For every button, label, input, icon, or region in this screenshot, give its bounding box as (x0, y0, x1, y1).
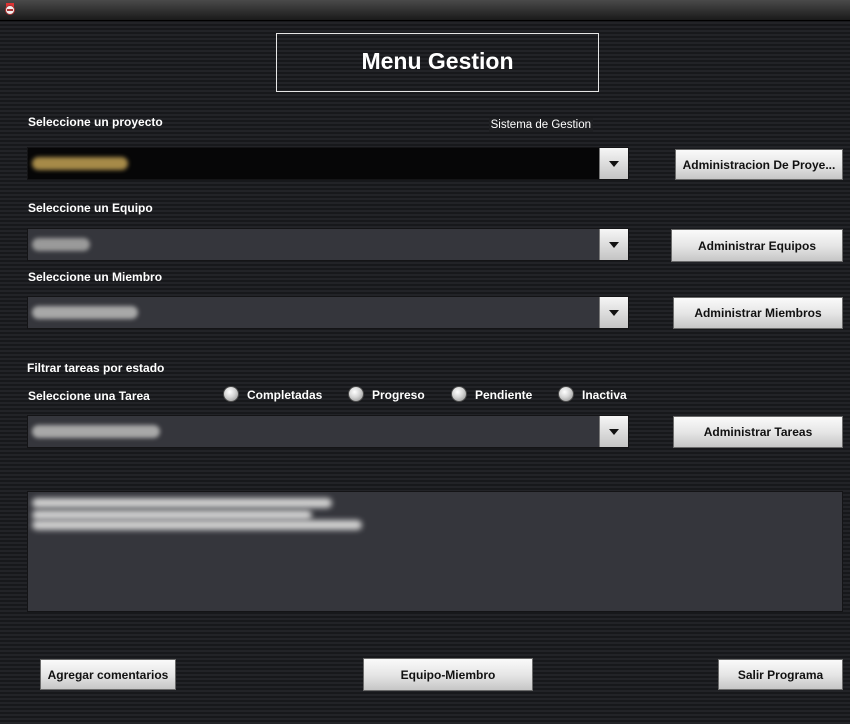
admin-projects-button[interactable]: Administracion De Proye... (675, 149, 843, 180)
filter-label: Filtrar tareas por estado (27, 361, 165, 375)
team-member-button[interactable]: Equipo-Miembro (363, 658, 533, 691)
task-selected-value (32, 425, 160, 438)
radio-circle-icon[interactable] (558, 386, 574, 402)
chevron-down-icon[interactable] (599, 416, 628, 447)
comments-textarea[interactable] (27, 491, 843, 612)
radio-circle-icon[interactable] (348, 386, 364, 402)
comment-text-line (32, 520, 362, 530)
task-combobox[interactable] (27, 415, 629, 448)
chevron-down-icon[interactable] (599, 297, 628, 328)
member-selected-value (32, 306, 138, 319)
project-selected-value (32, 157, 128, 170)
radio-circle-icon[interactable] (223, 386, 239, 402)
radio-label: Progreso (372, 388, 425, 402)
member-combobox[interactable] (27, 296, 629, 329)
chevron-down-icon[interactable] (599, 229, 628, 260)
team-selected-value (32, 238, 90, 251)
page-subtitle: Sistema de Gestion (488, 118, 593, 132)
task-label: Seleccione una Tarea (28, 389, 150, 403)
radio-circle-icon[interactable] (451, 386, 467, 402)
member-label: Seleccione un Miembro (28, 270, 163, 284)
radio-label: Inactiva (582, 388, 627, 402)
admin-tasks-button[interactable]: Administrar Tareas (673, 416, 843, 448)
exit-program-button[interactable]: Salir Programa (718, 659, 843, 690)
page-title: Menu Gestion (361, 48, 514, 74)
project-combobox[interactable] (27, 147, 629, 180)
title-panel: Menu Gestion Sistema de Gestion (276, 33, 599, 132)
add-comments-button[interactable]: Agregar comentarios (40, 659, 176, 690)
team-label: Seleccione un Equipo (28, 201, 153, 215)
app-icon (5, 3, 15, 15)
chevron-down-icon[interactable] (599, 148, 628, 179)
comment-text-line (32, 498, 332, 508)
comment-text-line (32, 510, 312, 520)
admin-teams-button[interactable]: Administrar Equipos (671, 229, 843, 262)
radio-label: Pendiente (475, 388, 533, 402)
team-combobox[interactable] (27, 228, 629, 261)
admin-members-button[interactable]: Administrar Miembros (673, 297, 843, 329)
window-titlebar (0, 0, 850, 21)
project-label: Seleccione un proyecto (28, 115, 163, 129)
radio-label: Completadas (247, 388, 323, 402)
